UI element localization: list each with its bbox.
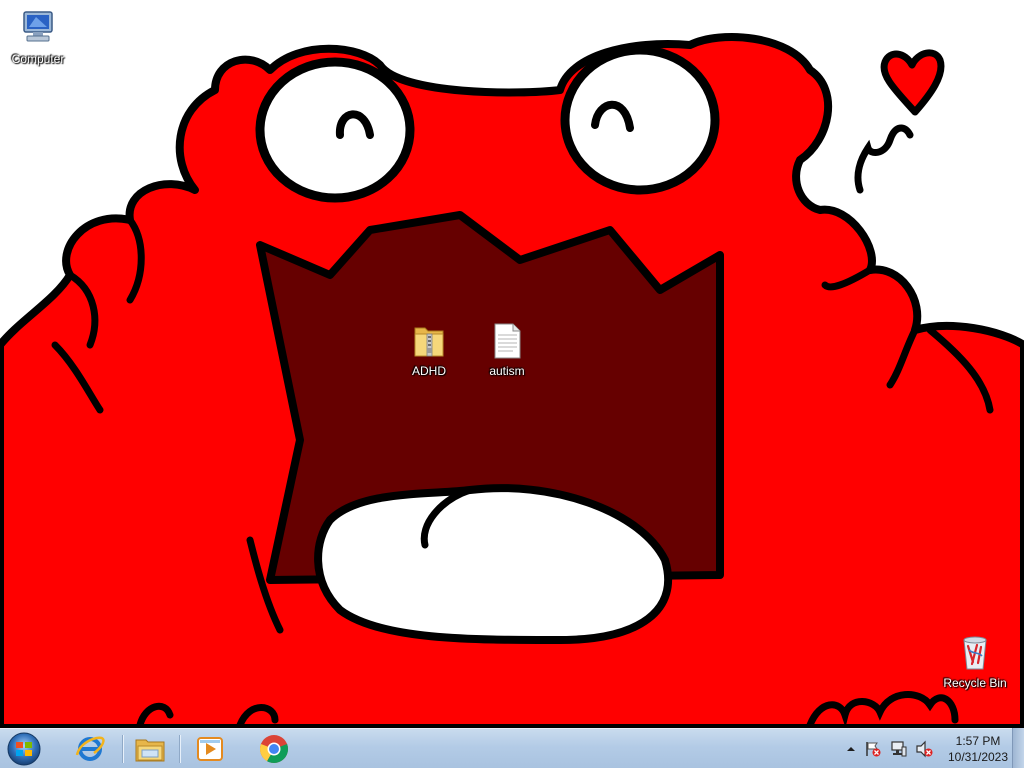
right-eye — [560, 45, 720, 195]
taskbar: 1:57 PM 10/31/2023 — [0, 728, 1024, 768]
network-icon — [891, 741, 907, 757]
left-eye — [255, 57, 415, 203]
tongue — [314, 484, 673, 645]
action-center-flag-icon — [866, 742, 881, 757]
desktop-icon-computer[interactable]: Computer — [0, 8, 76, 66]
system-tray: 1:57 PM 10/31/2023 — [840, 729, 1024, 769]
windows-explorer-icon — [135, 739, 165, 762]
chrome-button[interactable] — [248, 731, 300, 767]
clock-date: 10/31/2023 — [947, 750, 1009, 764]
taskbar-separator — [179, 735, 180, 763]
desktop-icon-label: Recycle Bin — [943, 676, 1007, 690]
clock-time: 1:57 PM — [955, 734, 1001, 748]
show-hidden-icons-button[interactable] — [842, 740, 860, 758]
desktop-icon-autism[interactable]: autism — [469, 320, 545, 378]
show-desktop-button[interactable] — [1012, 728, 1024, 768]
volume-muted-icon — [916, 740, 933, 758]
computer-icon — [23, 11, 53, 42]
desktop-icon-label: Computer — [11, 52, 65, 66]
action-center-button[interactable] — [864, 740, 882, 758]
volume-button[interactable] — [915, 740, 933, 758]
desktop-icon-label: autism — [489, 364, 525, 378]
windows-explorer-button[interactable] — [125, 731, 177, 767]
network-button[interactable] — [890, 740, 908, 758]
media-player-icon — [197, 737, 223, 761]
internet-explorer-button[interactable] — [64, 731, 116, 767]
start-button[interactable] — [4, 730, 50, 768]
zip-folder-icon — [414, 327, 444, 357]
recycle-bin-icon — [963, 636, 987, 670]
taskbar-separator — [122, 735, 123, 763]
chevron-up-icon — [847, 747, 855, 751]
desktop-icon-adhd[interactable]: ADHD — [391, 320, 467, 378]
start-orb-icon — [7, 732, 41, 766]
desktop-icon-label: ADHD — [411, 364, 446, 378]
chrome-icon — [259, 735, 289, 763]
clock[interactable]: 1:57 PM 10/31/2023 — [944, 733, 1012, 765]
media-player-button[interactable] — [184, 731, 236, 767]
internet-explorer-icon — [75, 736, 105, 761]
text-document-icon — [494, 323, 521, 359]
desktop-icon-recycle-bin[interactable]: Recycle Bin — [937, 632, 1013, 690]
